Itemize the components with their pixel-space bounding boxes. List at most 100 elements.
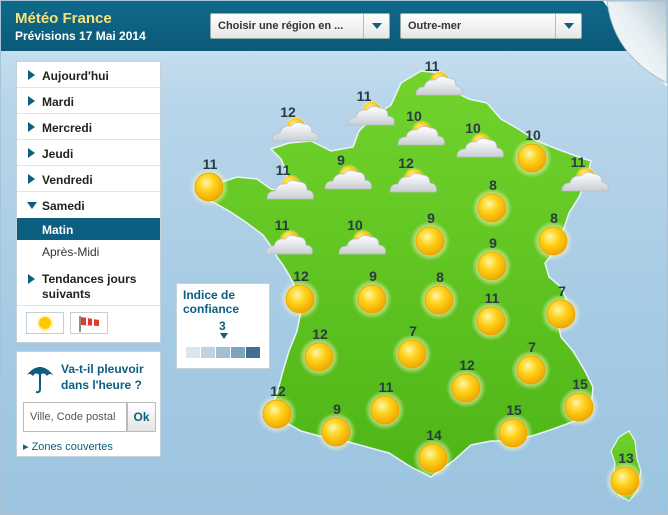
temperature-label: 11 xyxy=(485,290,500,306)
page: 11 11 12 10 10 10 9 12 11 11 11 8 8 11 10 9 9 12 9 8 7 11 12 7 7… xyxy=(0,0,668,515)
temperature-label: 11 xyxy=(276,162,291,178)
header-bar: Météo France Prévisions 17 Mai 2014 Choi… xyxy=(1,1,667,51)
chevron-down-icon xyxy=(363,14,389,38)
temperature-label: 11 xyxy=(357,88,372,104)
zones-link[interactable]: ▸ Zones couvertes xyxy=(23,440,113,453)
temperature-label: 9 xyxy=(369,268,377,284)
region-select-value: Choisir une région en ... xyxy=(218,20,344,32)
temperature-label: 8 xyxy=(489,177,497,193)
confidence-panel: Indice de confiance 3 xyxy=(176,283,270,369)
sun-icon xyxy=(445,367,487,409)
caret-right-icon xyxy=(28,96,35,106)
temperature-label: 10 xyxy=(465,120,481,136)
day-item-mercredi[interactable]: Mercredi xyxy=(17,114,160,140)
day-item-samedi[interactable]: Samedi xyxy=(17,192,160,218)
temperature-label: 15 xyxy=(506,402,522,418)
forecast-station-32[interactable]: 13 xyxy=(604,450,646,502)
temperature-label: 12 xyxy=(459,357,475,373)
caret-down-icon xyxy=(27,202,37,209)
forecast-station-2[interactable]: 12 xyxy=(271,104,319,142)
outremer-select-value: Outre-mer xyxy=(408,20,462,32)
rain-question: Va-t-il pleuvoir dans l'heure ? xyxy=(61,362,144,392)
temperature-label: 12 xyxy=(312,326,328,342)
temperature-label: 11 xyxy=(571,154,586,170)
umbrella-icon xyxy=(26,367,54,394)
sun-icon xyxy=(471,245,513,287)
confidence-bar-5 xyxy=(246,347,260,358)
sun-icon xyxy=(470,300,512,342)
outremer-select[interactable]: Outre-mer xyxy=(400,13,582,39)
subitem-apres-midi[interactable]: Après-Midi xyxy=(17,240,160,262)
day-item-aujourdhui[interactable]: Aujourd'hui xyxy=(17,62,160,88)
caret-right-icon xyxy=(28,174,35,184)
temperature-label: 11 xyxy=(203,156,218,172)
temperature-label: 7 xyxy=(558,283,566,299)
temperature-label: 12 xyxy=(293,268,309,284)
temperature-label: 9 xyxy=(333,401,341,417)
sun-icon xyxy=(492,412,534,454)
windsock-icon xyxy=(79,316,99,332)
caret-down-icon xyxy=(220,333,228,339)
sun-icon xyxy=(351,278,393,320)
sun-icon xyxy=(540,293,582,335)
caret-right-icon xyxy=(28,122,35,132)
temperature-label: 9 xyxy=(337,152,345,168)
temperature-label: 9 xyxy=(427,210,435,226)
temperature-label: 12 xyxy=(398,155,414,171)
temperature-label: 10 xyxy=(525,127,541,143)
sun-icon xyxy=(409,220,451,262)
sun-icon xyxy=(256,393,298,435)
temperature-label: 11 xyxy=(275,217,290,233)
day-menu: Aujourd'hui Mardi Mercredi Jeudi Vendred… xyxy=(16,61,161,343)
temperature-label: 11 xyxy=(425,58,440,74)
sun-icon xyxy=(298,336,340,378)
temperature-label: 12 xyxy=(270,383,286,399)
temperature-label: 13 xyxy=(618,450,634,466)
sun-icon xyxy=(315,411,357,453)
confidence-value: 3 xyxy=(219,319,226,333)
city-input[interactable]: Ville, Code postal xyxy=(23,402,127,432)
temperature-label: 11 xyxy=(379,379,394,395)
confidence-bar-3 xyxy=(216,347,230,358)
ok-button[interactable]: Ok xyxy=(127,402,156,432)
forecast-station-8[interactable]: 11 xyxy=(188,156,230,208)
sun-icon xyxy=(532,220,574,262)
sun-icon xyxy=(279,278,321,320)
temperature-label: 15 xyxy=(572,376,588,392)
confidence-title: Indice de confiance xyxy=(183,288,240,316)
temperature-label: 12 xyxy=(280,104,296,120)
tendances-item[interactable]: Tendances jours suivants xyxy=(17,266,160,306)
subitem-matin[interactable]: Matin xyxy=(17,218,160,240)
temperature-label: 7 xyxy=(528,339,536,355)
sun-icon xyxy=(364,389,406,431)
temperature-label: 14 xyxy=(426,427,442,443)
confidence-bar-2 xyxy=(201,347,215,358)
day-item-vendredi[interactable]: Vendredi xyxy=(17,166,160,192)
confidence-bar-4 xyxy=(231,347,245,358)
caret-right-icon xyxy=(28,70,35,80)
day-item-mardi[interactable]: Mardi xyxy=(17,88,160,114)
temperature-label: 9 xyxy=(489,235,497,251)
sun-icon xyxy=(558,386,600,428)
rain-panel: Va-t-il pleuvoir dans l'heure ? Ville, C… xyxy=(16,351,161,457)
sun-icon xyxy=(37,315,53,331)
temperature-label: 10 xyxy=(406,108,422,124)
temperature-label: 8 xyxy=(550,210,558,226)
page-curl-icon[interactable] xyxy=(603,1,667,87)
sun-icon xyxy=(391,333,433,375)
sun-icon xyxy=(510,349,552,391)
sun-icon xyxy=(471,187,513,229)
region-select[interactable]: Choisir une région en ... xyxy=(210,13,390,39)
weather-view-button[interactable] xyxy=(26,312,64,334)
forecast-date: Prévisions 17 Mai 2014 xyxy=(15,29,146,43)
sun-icon xyxy=(511,137,553,179)
sun-icon xyxy=(604,460,646,502)
sun-icon xyxy=(188,166,230,208)
confidence-bar-1 xyxy=(186,347,200,358)
caret-right-icon xyxy=(28,148,35,158)
day-item-jeudi[interactable]: Jeudi xyxy=(17,140,160,166)
sun-icon xyxy=(418,279,460,321)
app-title: Météo France xyxy=(15,10,112,27)
wind-view-button[interactable] xyxy=(70,312,108,334)
temperature-label: 8 xyxy=(436,269,444,285)
